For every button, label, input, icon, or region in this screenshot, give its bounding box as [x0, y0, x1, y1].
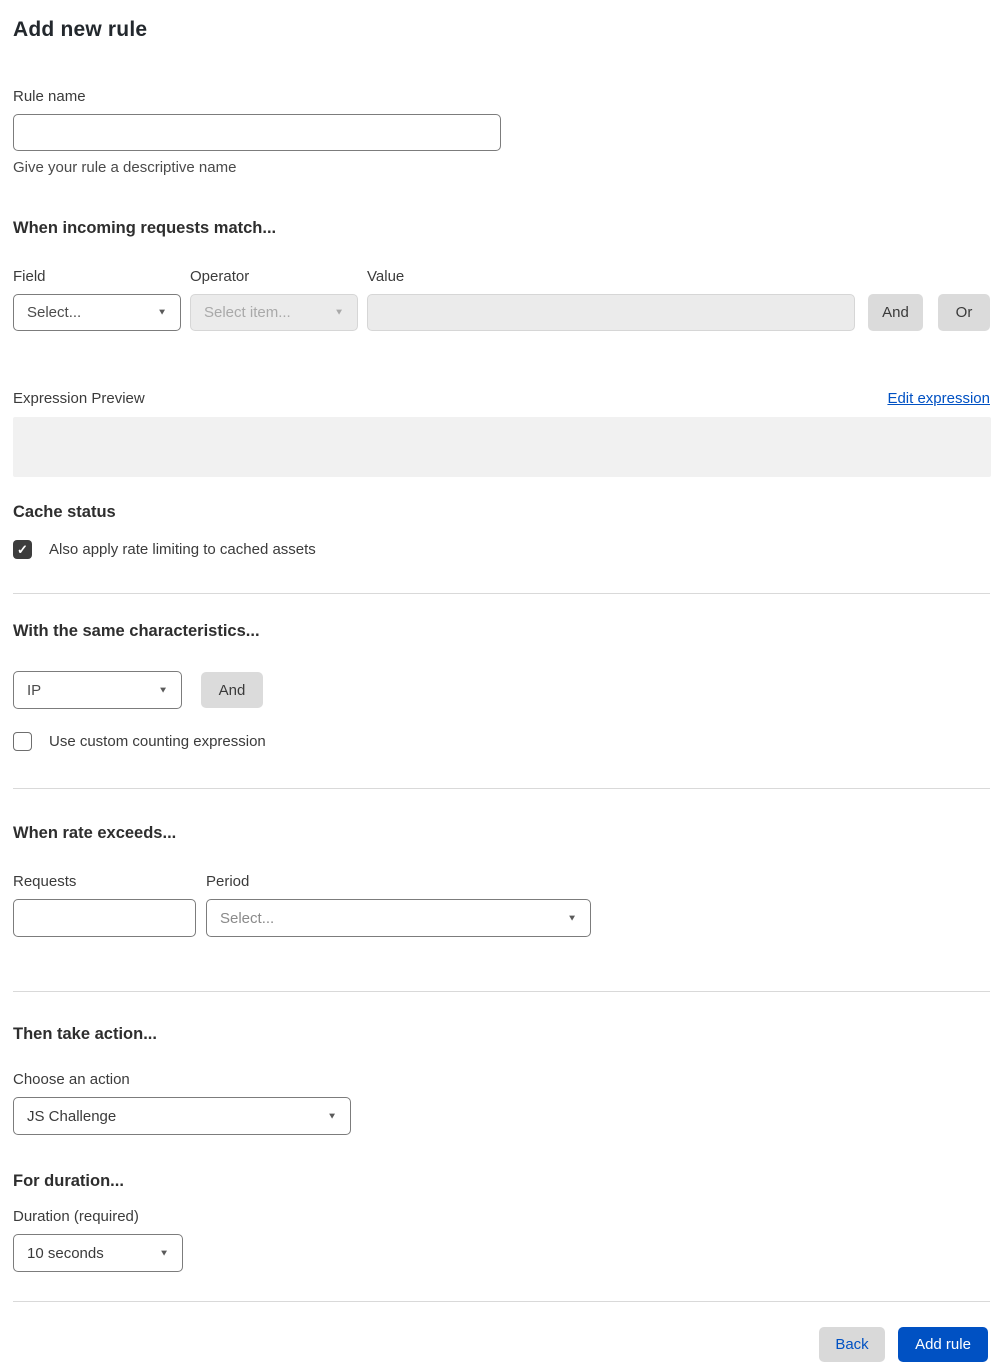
divider	[13, 593, 990, 594]
rule-name-input[interactable]	[13, 114, 501, 151]
add-rule-button[interactable]: Add rule	[898, 1327, 988, 1362]
expression-preview-label: Expression Preview	[13, 390, 145, 407]
action-section: Then take action... Choose an action JS …	[13, 1025, 990, 1135]
characteristics-and-button[interactable]: And	[201, 672, 263, 708]
divider	[13, 1301, 990, 1302]
rate-section: When rate exceeds... Requests Period Sel…	[13, 824, 990, 937]
action-heading: Then take action...	[13, 1025, 157, 1043]
custom-counting-label: Use custom counting expression	[49, 733, 266, 750]
check-icon: ✓	[17, 541, 28, 557]
match-labels: Field Operator Value	[13, 268, 990, 285]
characteristics-heading: With the same characteristics...	[13, 622, 260, 640]
rule-name-helper: Give your rule a descriptive name	[13, 159, 237, 176]
value-label: Value	[367, 268, 405, 285]
edit-expression-link[interactable]: Edit expression	[887, 390, 990, 407]
requests-label: Requests	[13, 873, 77, 890]
chevron-down-icon: ▼	[158, 685, 168, 695]
divider	[13, 991, 990, 992]
field-select[interactable]: Select... ▼	[13, 294, 181, 331]
cached-assets-label: Also apply rate limiting to cached asset…	[49, 541, 316, 558]
expression-preview-box	[13, 417, 991, 477]
field-select-value: Select...	[27, 304, 82, 321]
action-select[interactable]: JS Challenge ▼	[13, 1097, 351, 1135]
duration-heading: For duration...	[13, 1172, 124, 1190]
chevron-down-icon: ▼	[334, 307, 344, 318]
custom-counting-row: Use custom counting expression	[13, 732, 990, 751]
chevron-down-icon: ▼	[567, 913, 577, 923]
rule-name-label: Rule name	[13, 88, 86, 105]
custom-counting-checkbox[interactable]	[13, 732, 32, 751]
divider	[13, 788, 990, 789]
operator-select[interactable]: Select item... ▼	[190, 294, 358, 331]
duration-section: For duration... Duration (required) 10 s…	[13, 1172, 990, 1272]
characteristic-select[interactable]: IP ▼	[13, 671, 182, 709]
expression-section: Expression Preview Edit expression	[13, 390, 991, 477]
value-input[interactable]	[367, 294, 855, 331]
match-section: When incoming requests match... Field Op…	[13, 219, 990, 331]
rate-controls-row: Select... ▼	[13, 899, 990, 937]
chevron-down-icon: ▼	[157, 307, 167, 318]
cached-assets-checkbox[interactable]: ✓	[13, 540, 32, 559]
rule-name-section: Rule name Give your rule a descriptive n…	[13, 88, 990, 176]
match-heading: When incoming requests match...	[13, 219, 277, 237]
add-rule-form: Add new rule Rule name Give your rule a …	[0, 0, 1002, 1362]
cache-status-heading: Cache status	[13, 503, 116, 521]
action-label: Choose an action	[13, 1071, 130, 1088]
period-select-value: Select...	[220, 909, 275, 927]
page-title: Add new rule	[13, 18, 148, 41]
chevron-down-icon: ▼	[327, 1111, 337, 1121]
cache-checkbox-row: ✓ Also apply rate limiting to cached ass…	[13, 540, 990, 559]
characteristics-section: With the same characteristics... IP ▼ An…	[13, 622, 990, 751]
match-controls-row: Select... ▼ Select item... ▼ And Or	[13, 294, 990, 331]
cache-status-section: Cache status ✓ Also apply rate limiting …	[13, 503, 990, 559]
chevron-down-icon: ▼	[159, 1248, 169, 1258]
duration-select-value: 10 seconds	[27, 1244, 104, 1262]
footer-actions: Back Add rule	[13, 1327, 990, 1362]
rate-heading: When rate exceeds...	[13, 824, 177, 842]
duration-label: Duration (required)	[13, 1208, 139, 1225]
period-label: Period	[206, 873, 250, 890]
or-button[interactable]: Or	[938, 294, 990, 331]
operator-select-value: Select item...	[204, 304, 291, 321]
period-select[interactable]: Select... ▼	[206, 899, 591, 937]
operator-label: Operator	[190, 268, 250, 285]
rate-labels: Requests Period	[13, 873, 990, 890]
field-label: Field	[13, 268, 46, 285]
back-button[interactable]: Back	[819, 1327, 885, 1362]
and-button[interactable]: And	[868, 294, 923, 331]
characteristic-select-value: IP	[27, 681, 42, 699]
duration-select[interactable]: 10 seconds ▼	[13, 1234, 183, 1272]
requests-input[interactable]	[13, 899, 196, 937]
action-select-value: JS Challenge	[27, 1107, 117, 1125]
